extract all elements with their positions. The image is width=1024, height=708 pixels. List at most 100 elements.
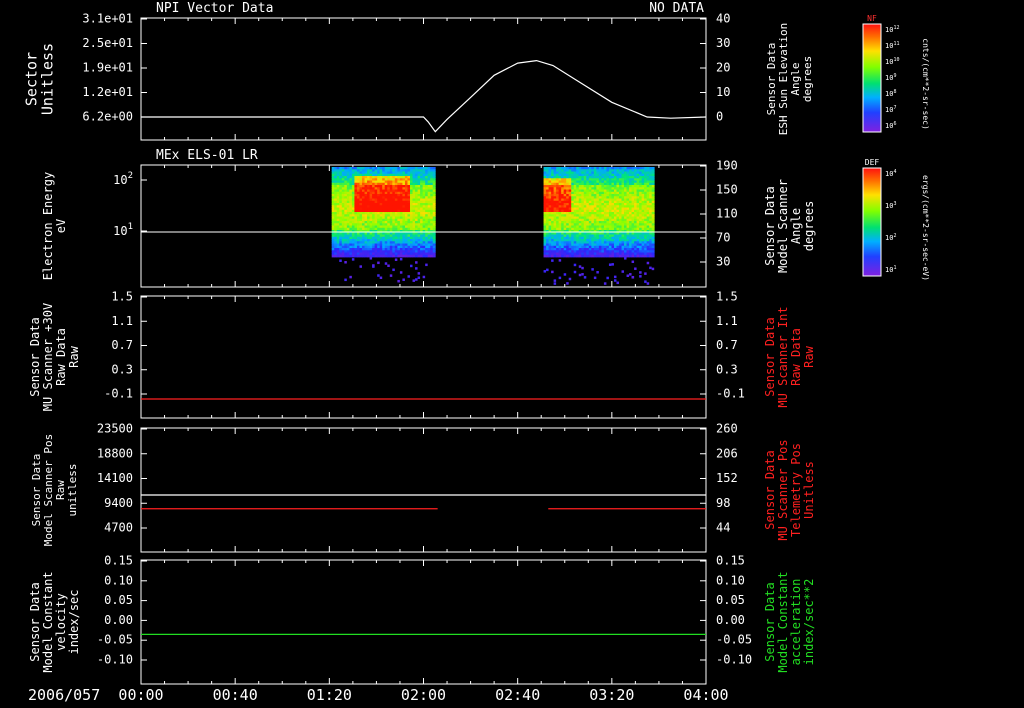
heatmap-cell (377, 254, 381, 258)
heatmap-cell (621, 254, 625, 258)
heatmap-dot (372, 265, 375, 268)
right-tick-label: 98 (716, 496, 730, 510)
heatmap-dot (402, 278, 405, 281)
left-tick-label: 2.5e+01 (82, 36, 133, 50)
heatmap-cell (369, 254, 373, 258)
axis-label-line: Sensor Data (28, 582, 42, 661)
heatmap-cell (384, 254, 388, 258)
heatmap-dot (603, 282, 607, 285)
panel-title: MEx ELS-01 LR (156, 148, 258, 163)
left-tick-label: 1.2e+01 (82, 85, 133, 99)
left-tick-label: -0.10 (97, 653, 133, 667)
heatmap-dot (573, 270, 577, 274)
heatmap-dot (621, 270, 625, 273)
heatmap-cell (598, 254, 602, 258)
axis-label-line: Sensor Data (763, 317, 777, 396)
left-tick-label: 9400 (104, 496, 133, 510)
heatmap-dot (399, 271, 403, 274)
axis-label-line: Telemetry Pos (789, 443, 803, 537)
heatmap-cell (425, 254, 429, 258)
heatmap-cell (626, 254, 630, 258)
heatmap-dot (649, 266, 652, 270)
heatmap-dot (543, 270, 547, 273)
heatmap-dot (551, 270, 554, 274)
left-axis-label: SectorUnitless (23, 43, 57, 115)
heatmap-cell (379, 254, 383, 258)
heatmap-dot (581, 273, 584, 276)
heatmap-cell (613, 254, 617, 258)
left-tick-label: 0.10 (104, 573, 133, 587)
heatmap-dot (553, 279, 557, 282)
heatmap-cell (356, 254, 360, 258)
heatmap-dot (379, 276, 383, 280)
axis-label-line: Electron Energy (41, 172, 55, 280)
heatmap-dot (389, 274, 393, 277)
right-tick-label: -0.10 (716, 653, 752, 667)
right-tick-label: 30 (716, 255, 730, 269)
heatmap-cell (596, 254, 600, 258)
heatmap-dot (624, 257, 627, 260)
right-tick-label: 70 (716, 231, 730, 245)
heatmap-dot (591, 268, 594, 271)
right-tick-label: 0.15 (716, 554, 745, 568)
heatmap-dot (339, 259, 342, 262)
time-tick-label: 00:00 (118, 686, 163, 704)
multi-panel-plot: NPI Vector Data NO DATA 3.1e+01 2.5e+01 1.9e… (0, 0, 1024, 708)
heatmap-dot (558, 259, 562, 262)
heatmap-cell (364, 254, 368, 258)
heatmap-dot (596, 270, 599, 274)
heatmap-cell (427, 254, 431, 258)
heatmap-dot (616, 281, 619, 285)
heatmap-dot (384, 262, 388, 265)
heatmap-cell (551, 254, 555, 258)
heatmap-dot (415, 261, 418, 264)
heatmap-cell (432, 254, 436, 258)
right-tick-label: -0.05 (716, 633, 752, 647)
heatmap-cell (359, 254, 363, 258)
axis-label-line: Raw (802, 345, 816, 367)
right-tick-label: 1.1 (716, 314, 738, 328)
heatmap-cell (556, 254, 560, 258)
left-tick-label: 0.00 (104, 613, 133, 627)
axis-label-line: Sensor Data (28, 317, 42, 396)
heatmap-cell (546, 254, 549, 258)
heatmap-cell (563, 254, 567, 258)
heatmap-cell (341, 254, 345, 258)
heatmap-cell (631, 254, 635, 258)
heatmap-dot (412, 279, 416, 282)
heatmap-dot (387, 264, 390, 267)
heatmap-cell (339, 254, 343, 258)
heatmap-dot (344, 261, 347, 264)
heatmap-cell (581, 254, 585, 258)
heatmap-dot (593, 276, 597, 280)
left-tick-label: 23500 (97, 422, 133, 436)
right-tick-label: 44 (716, 521, 730, 535)
date-label: 2006/057 (28, 686, 100, 704)
right-tick-label: 0.05 (716, 593, 745, 607)
heatmap-dot (399, 257, 403, 261)
heatmap-cell (349, 254, 353, 258)
colorbar-gradient (862, 23, 882, 133)
axis-label-line: degrees (802, 201, 816, 252)
right-tick-label: 30 (716, 36, 730, 50)
left-tick-label: 0.3 (111, 362, 133, 376)
axis-label-line: MU Scanner Int (776, 306, 790, 407)
right-tick-label: 0.10 (716, 573, 745, 587)
heatmap-cell (588, 254, 592, 258)
heatmap-dot (351, 258, 355, 261)
right-tick-label: 152 (716, 471, 738, 485)
heatmap-cell (571, 254, 575, 258)
left-tick-label: 3.1e+01 (82, 12, 133, 26)
heatmap-dot (629, 273, 632, 276)
heatmap-dot (646, 261, 650, 265)
heatmap-dot (651, 267, 655, 271)
heatmap-dot (359, 265, 362, 268)
heatmap-dot (578, 265, 582, 268)
heatmap-cell (566, 254, 570, 258)
heatmap-cell (624, 254, 627, 258)
heatmap-cell (420, 254, 424, 258)
heatmap-cell (606, 254, 610, 258)
heatmap-cell (422, 254, 426, 258)
time-tick-label: 02:40 (495, 686, 540, 704)
heatmap-cell (382, 254, 386, 258)
